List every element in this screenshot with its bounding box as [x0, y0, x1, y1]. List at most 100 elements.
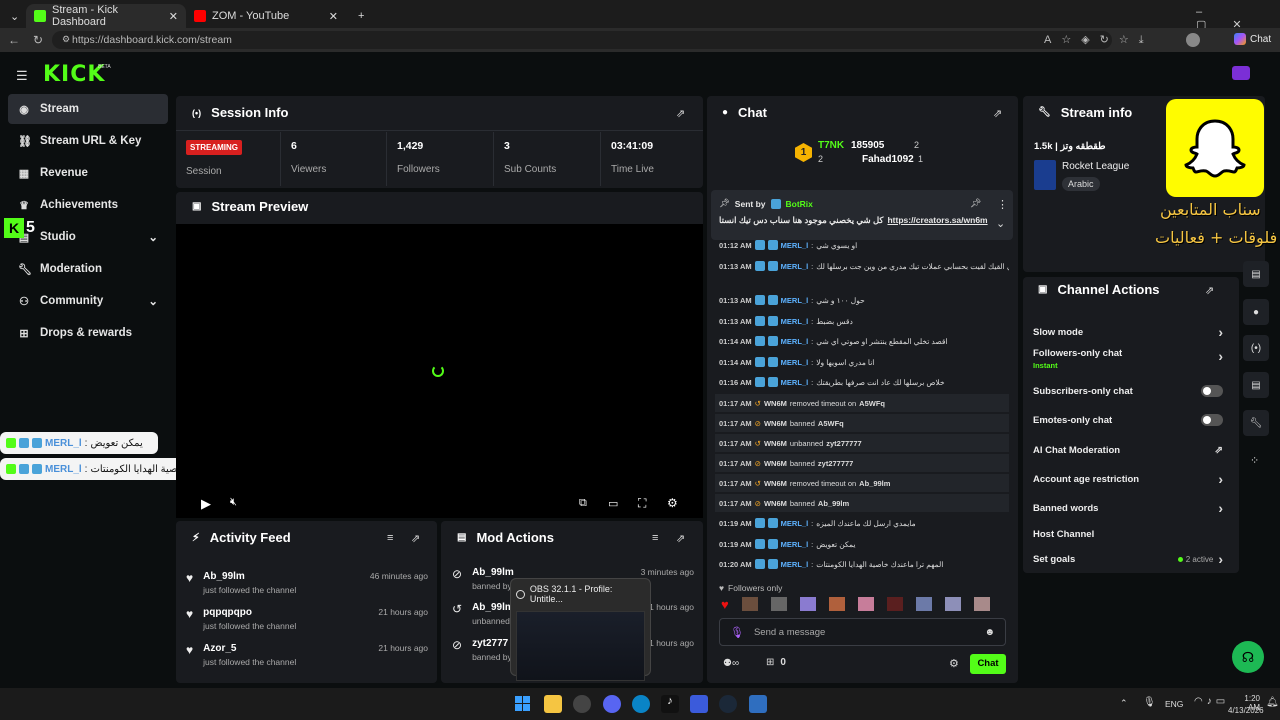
- mic-tray-icon[interactable]: 🎙︎: [1143, 697, 1156, 708]
- stream-category[interactable]: Rocket League: [1062, 161, 1129, 172]
- menu-icon[interactable]: ☰: [16, 68, 28, 84]
- banned-words-row[interactable]: Banned words ›: [1033, 499, 1223, 517]
- sidebar-item-community[interactable]: ⚇ Community ⌄: [8, 286, 168, 316]
- mute-icon[interactable]: 🔇︎: [230, 496, 237, 509]
- set-goals-row[interactable]: Set goals 2 active ›: [1033, 550, 1223, 568]
- followers-only-row[interactable]: Followers-only chat Instant ›: [1033, 348, 1223, 374]
- site-info-icon[interactable]: ⚙: [58, 34, 74, 45]
- kick-logo[interactable]: KICK: [43, 62, 105, 87]
- emote-icon[interactable]: [944, 597, 961, 611]
- theater-icon[interactable]: ▭: [608, 497, 618, 510]
- category-thumbnail[interactable]: [1034, 160, 1056, 190]
- emote-icon[interactable]: [915, 597, 932, 611]
- emotes-only-row[interactable]: Emotes-only chat: [1033, 411, 1223, 429]
- more-icon[interactable]: ⋮: [997, 198, 1008, 211]
- emote-icon[interactable]: [770, 597, 787, 611]
- tray-status-icons[interactable]: ◠♪▭: [1194, 696, 1229, 707]
- obs-icon[interactable]: [573, 695, 591, 713]
- tiktok-icon[interactable]: ♪: [661, 695, 679, 713]
- msg-user[interactable]: MERL_l: [781, 337, 809, 346]
- unpin-icon[interactable]: 📌︎: [970, 198, 981, 209]
- host-channel-row[interactable]: Host Channel: [1033, 525, 1223, 543]
- msg-user[interactable]: MERL_l: [781, 317, 809, 326]
- app-icon[interactable]: [690, 695, 708, 713]
- emote-icon[interactable]: [973, 597, 990, 611]
- msg-user[interactable]: MERL_l: [781, 378, 809, 387]
- mic-icon[interactable]: 🎙︎: [730, 626, 744, 639]
- subscribers-only-toggle[interactable]: [1201, 385, 1223, 397]
- popout-icon[interactable]: ⇗: [411, 532, 420, 545]
- new-tab-button[interactable]: +: [350, 4, 370, 28]
- heart-emote-icon[interactable]: ♥: [721, 597, 729, 612]
- msg-user[interactable]: MERL_l: [781, 540, 809, 549]
- play-icon[interactable]: ▶: [201, 496, 211, 512]
- emote-icon[interactable]: [857, 597, 874, 611]
- tray-chevron-icon[interactable]: ⌃: [1120, 698, 1128, 709]
- points-counter[interactable]: ⊞ 0: [766, 657, 786, 668]
- rail-mod-button[interactable]: ▤: [1243, 372, 1269, 398]
- msg-user[interactable]: MERL_l: [781, 262, 809, 271]
- popout-icon[interactable]: ⇗: [993, 107, 1002, 120]
- sidebar-item-revenue[interactable]: ▦ Revenue: [8, 158, 168, 188]
- popout-icon[interactable]: ⇗: [676, 532, 685, 545]
- msg-user[interactable]: MERL_l: [781, 241, 809, 250]
- emote-bar[interactable]: ♥: [721, 597, 990, 612]
- points-icon[interactable]: ⚉∞: [723, 658, 739, 669]
- steam-icon[interactable]: [719, 695, 737, 713]
- account-age-row[interactable]: Account age restriction ›: [1033, 470, 1223, 488]
- msg-user[interactable]: MERL_l: [781, 560, 809, 569]
- sidebar-item-achievements[interactable]: ♛ Achievements: [8, 190, 168, 220]
- fullscreen-icon[interactable]: ⛶: [638, 496, 646, 511]
- popout-icon[interactable]: ⇗: [1205, 284, 1214, 297]
- emotes-only-toggle[interactable]: [1201, 414, 1223, 426]
- filter-icon[interactable]: ≡: [652, 532, 658, 544]
- rail-broadcast-button[interactable]: (•): [1243, 335, 1269, 361]
- pinned-link[interactable]: https://creators.sa/wn6m: [887, 215, 987, 226]
- emote-icon[interactable]: [741, 597, 758, 611]
- rail-tools-button[interactable]: 🔧︎: [1243, 410, 1269, 436]
- tab-kick-dashboard[interactable]: Stream - Kick Dashboard ✕: [26, 4, 186, 28]
- pip-icon[interactable]: ⧉: [579, 497, 587, 510]
- emote-icon[interactable]: [886, 597, 903, 611]
- help-button[interactable]: ☊: [1232, 641, 1264, 673]
- tab-youtube[interactable]: ZOM - YouTube ✕: [186, 4, 346, 28]
- clock-date[interactable]: 4/13/2026: [1228, 706, 1264, 715]
- emote-icon[interactable]: [799, 597, 816, 611]
- rail-chat-button[interactable]: ●: [1243, 299, 1269, 325]
- sidebar-item-stream[interactable]: ◉ Stream: [8, 94, 168, 124]
- msg-user[interactable]: MERL_l: [781, 358, 809, 367]
- msg-user[interactable]: MERL_l: [781, 296, 809, 305]
- popout-icon[interactable]: ⇗: [676, 107, 685, 120]
- edge-icon[interactable]: [632, 695, 650, 713]
- file-explorer-icon[interactable]: [544, 695, 562, 713]
- language-indicator[interactable]: ENG: [1165, 699, 1183, 709]
- obs-taskbar-preview[interactable]: OBS 32.1.1 - Profile: Untitle...: [510, 578, 651, 681]
- slow-mode-row[interactable]: Slow mode ›: [1033, 323, 1223, 341]
- discord-icon[interactable]: [603, 695, 621, 713]
- msg-user[interactable]: MERL_l: [781, 519, 809, 528]
- subscribers-only-row[interactable]: Subscribers-only chat: [1033, 382, 1223, 400]
- sidebar-item-moderation[interactable]: 🔧︎ Moderation: [8, 254, 168, 284]
- send-chat-button[interactable]: Chat: [970, 654, 1006, 674]
- ai-moderation-row[interactable]: AI Chat Moderation ⇗: [1033, 441, 1223, 459]
- sidebar-item-drops-rewards[interactable]: ⊞ Drops & rewards: [8, 318, 168, 348]
- back-icon[interactable]: ←: [6, 33, 22, 47]
- sidebar-item-stream-url-key[interactable]: ⛓ Stream URL & Key: [8, 126, 168, 156]
- close-icon[interactable]: ✕: [329, 10, 338, 23]
- profile-avatar[interactable]: [1186, 33, 1200, 47]
- windows-start-icon[interactable]: [515, 696, 530, 711]
- rail-more-icon[interactable]: ⁘: [1250, 454, 1259, 467]
- rail-notes-button[interactable]: ▤: [1243, 261, 1269, 287]
- chat-settings-icon[interactable]: ⚙: [949, 657, 959, 670]
- url-field[interactable]: https://dashboard.kick.com/stream: [52, 31, 1112, 49]
- filter-icon[interactable]: ≡: [387, 532, 393, 544]
- settings-icon[interactable]: ⚙: [667, 496, 678, 510]
- copilot-chat-button[interactable]: Chat: [1234, 33, 1271, 45]
- emote-icon[interactable]: [828, 597, 845, 611]
- user-avatar[interactable]: [1232, 66, 1250, 80]
- close-icon[interactable]: ✕: [169, 10, 178, 23]
- tab-list-button[interactable]: ⌄: [2, 4, 24, 28]
- chat-input[interactable]: 🎙︎ Send a message ☻: [719, 618, 1006, 646]
- vpn-icon[interactable]: [749, 695, 767, 713]
- reload-icon[interactable]: ↻: [30, 33, 46, 47]
